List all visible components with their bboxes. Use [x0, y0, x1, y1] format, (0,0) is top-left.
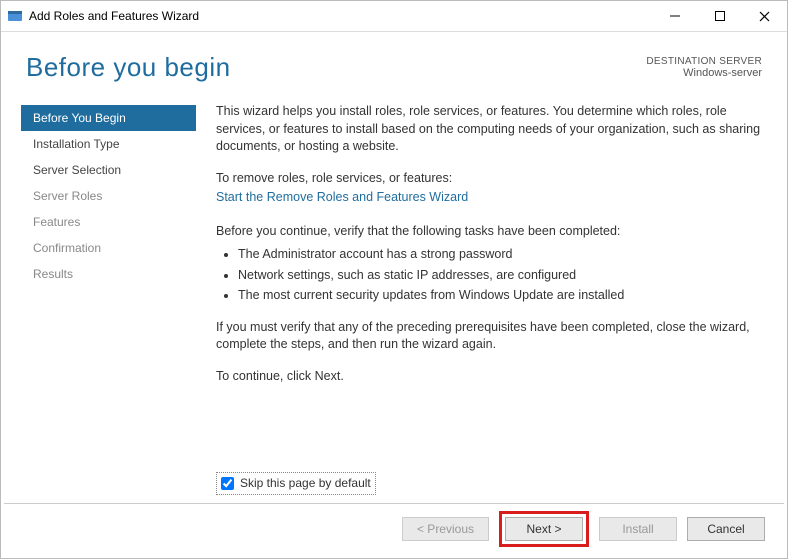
page-title: Before you begin [26, 52, 231, 83]
sidebar-item-before-you-begin[interactable]: Before You Begin [21, 105, 196, 131]
skip-page-row[interactable]: Skip this page by default [216, 472, 376, 495]
wizard-window: Add Roles and Features Wizard Before you… [0, 0, 788, 559]
remove-wizard-link[interactable]: Start the Remove Roles and Features Wiza… [216, 189, 767, 207]
window-controls [652, 2, 787, 31]
body: Before You Begin Installation Type Serve… [1, 93, 787, 503]
prereq-item: Network settings, such as static IP addr… [238, 267, 767, 285]
sidebar-item-server-selection[interactable]: Server Selection [21, 157, 196, 183]
maximize-button[interactable] [697, 2, 742, 31]
install-button: Install [599, 517, 677, 541]
sidebar-item-features: Features [21, 209, 196, 235]
window-title: Add Roles and Features Wizard [29, 9, 199, 23]
sidebar-item-server-roles: Server Roles [21, 183, 196, 209]
close-button[interactable] [742, 2, 787, 31]
previous-button: < Previous [402, 517, 489, 541]
header: Before you begin DESTINATION SERVER Wind… [1, 32, 787, 93]
sidebar-item-confirmation: Confirmation [21, 235, 196, 261]
remove-heading: To remove roles, role services, or featu… [216, 170, 767, 188]
continue-note: To continue, click Next. [216, 368, 767, 386]
intro-text: This wizard helps you install roles, rol… [216, 103, 767, 156]
sidebar-item-installation-type[interactable]: Installation Type [21, 131, 196, 157]
destination-info: DESTINATION SERVER Windows-server [646, 52, 762, 79]
next-button[interactable]: Next > [505, 517, 583, 541]
prereq-list: The Administrator account has a strong p… [216, 246, 767, 305]
content: This wizard helps you install roles, rol… [196, 103, 767, 503]
next-button-highlight: Next > [499, 511, 589, 547]
sidebar-item-results: Results [21, 261, 196, 287]
destination-server: Windows-server [646, 67, 762, 79]
skip-page-checkbox[interactable] [221, 477, 234, 490]
minimize-button[interactable] [652, 2, 697, 31]
cancel-button[interactable]: Cancel [687, 517, 765, 541]
verify-heading: Before you continue, verify that the fol… [216, 223, 767, 241]
skip-page-label: Skip this page by default [240, 475, 371, 492]
verify-note: If you must verify that any of the prece… [216, 319, 767, 354]
destination-label: DESTINATION SERVER [646, 56, 762, 67]
titlebar: Add Roles and Features Wizard [1, 1, 787, 32]
app-icon [7, 8, 23, 24]
prereq-item: The most current security updates from W… [238, 287, 767, 305]
footer: < Previous Next > Install Cancel [1, 504, 787, 554]
sidebar: Before You Begin Installation Type Serve… [21, 103, 196, 503]
prereq-item: The Administrator account has a strong p… [238, 246, 767, 264]
